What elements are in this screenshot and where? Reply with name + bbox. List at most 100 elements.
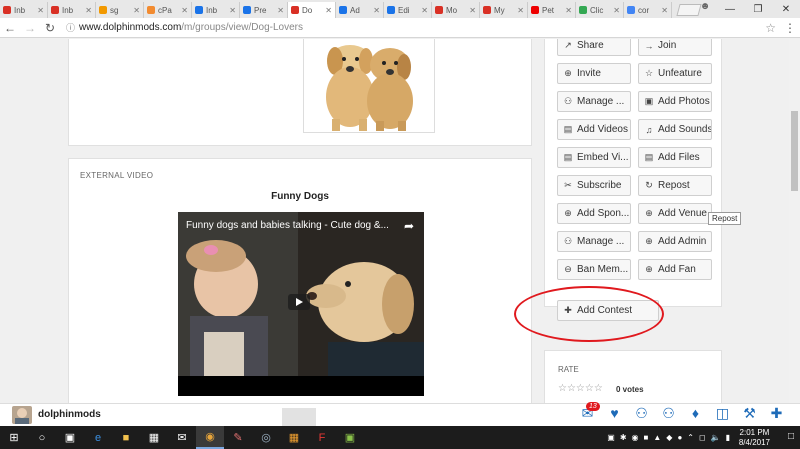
cart-icon[interactable]: ◫ xyxy=(715,405,730,422)
tray-app-icon[interactable]: ■ xyxy=(644,433,649,442)
username[interactable]: dolphinmods xyxy=(38,409,101,420)
search-circle-icon[interactable]: ○ xyxy=(28,426,56,449)
tab-close-icon[interactable]: ✕ xyxy=(565,6,572,15)
tray-app-icon[interactable]: ◆ xyxy=(666,433,672,442)
scrollbar-thumb[interactable] xyxy=(791,111,798,191)
video-share-icon[interactable]: ➦ xyxy=(404,219,414,233)
windows-start-icon[interactable]: ⊞ xyxy=(0,426,28,449)
action-button[interactable]: ⚇ Manage ... xyxy=(557,91,631,112)
heart-icon[interactable]: ♥ xyxy=(607,405,622,422)
browser-tab[interactable]: sg ✕ xyxy=(96,2,144,18)
store-icon[interactable]: ▦ xyxy=(140,426,168,449)
browser-tab[interactable]: My ✕ xyxy=(480,2,528,18)
wrench-icon[interactable]: ⚒ xyxy=(742,405,757,422)
network-app-icon[interactable]: ▣ xyxy=(336,426,364,449)
action-button[interactable]: → Join xyxy=(638,39,712,56)
tray-app-icon[interactable]: ▣ xyxy=(607,433,615,442)
puzzle-app-icon[interactable]: ▦ xyxy=(280,426,308,449)
action-button[interactable]: ↗ Share xyxy=(557,39,631,56)
video-player[interactable]: Funny dogs and babies talking - Cute dog… xyxy=(178,212,424,396)
bluetooth-icon[interactable]: ✱ xyxy=(620,433,627,442)
chevron-up-icon[interactable]: ⌃ xyxy=(687,433,694,442)
filezilla-icon[interactable]: F xyxy=(308,426,336,449)
reload-icon[interactable]: ↻ xyxy=(44,21,56,35)
tab-close-icon[interactable]: ✕ xyxy=(229,6,236,15)
bookmark-star-icon[interactable]: ☆ xyxy=(765,21,776,35)
action-button[interactable]: ⊕ Add Fan xyxy=(638,259,712,280)
action-button[interactable]: ▤ Add Videos xyxy=(557,119,631,140)
restore-icon[interactable]: ❐ xyxy=(744,0,772,18)
tab-close-icon[interactable]: ✕ xyxy=(421,6,428,15)
action-button[interactable]: ☆ Unfeature xyxy=(638,63,712,84)
action-button[interactable]: ✂ Subscribe xyxy=(557,175,631,196)
tab-close-icon[interactable]: ✕ xyxy=(181,6,188,15)
tab-close-icon[interactable]: ✕ xyxy=(469,6,476,15)
disk-tool-icon[interactable]: ◎ xyxy=(252,426,280,449)
profile-icon[interactable]: ☻ xyxy=(698,1,712,15)
tab-close-icon[interactable]: ✕ xyxy=(325,6,332,15)
tab-close-icon[interactable]: ✕ xyxy=(277,6,284,15)
tray-app-icon[interactable]: ● xyxy=(677,433,682,442)
action-button[interactable]: ↻ Repost xyxy=(638,175,712,196)
bell-icon[interactable]: ♦ xyxy=(688,405,703,422)
action-button[interactable]: ⚇ Manage ... xyxy=(557,231,631,252)
folder-icon[interactable]: ■ xyxy=(112,426,140,449)
tab-close-icon[interactable]: ✕ xyxy=(661,6,668,15)
browser-tab[interactable]: Inb ✕ xyxy=(48,2,96,18)
edge-icon[interactable]: e xyxy=(84,426,112,449)
mail-icon[interactable]: ✉ 13 xyxy=(580,402,600,422)
browser-menu-icon[interactable]: ⋮ xyxy=(784,21,796,35)
friends-icon[interactable]: ⚇ xyxy=(634,405,649,422)
plus-icon[interactable]: ✚ xyxy=(769,405,784,422)
action-button[interactable]: ⊕ Add Admin xyxy=(638,231,712,252)
wifi-icon[interactable]: ◻ xyxy=(699,433,706,442)
action-center-icon[interactable]: □ xyxy=(788,431,794,442)
minimize-icon[interactable]: — xyxy=(716,0,744,18)
mail-app-icon[interactable]: ✉ xyxy=(168,426,196,449)
action-button[interactable]: ▤ Add Files xyxy=(638,147,712,168)
browser-tab[interactable]: Clic ✕ xyxy=(576,2,624,18)
tab-close-icon[interactable]: ✕ xyxy=(613,6,620,15)
browser-tab[interactable]: Mo ✕ xyxy=(432,2,480,18)
action-button[interactable]: ⊕ Add Venue xyxy=(638,203,712,224)
browser-tab[interactable]: Do ✕ xyxy=(288,2,336,18)
battery-icon[interactable]: ▮ xyxy=(726,433,730,442)
photo-frame[interactable] xyxy=(303,39,435,133)
browser-tab[interactable]: Inb ✕ xyxy=(192,2,240,18)
rating-stars[interactable]: ☆☆☆☆☆ xyxy=(558,383,603,394)
tab-close-icon[interactable]: ✕ xyxy=(517,6,524,15)
tab-close-icon[interactable]: ✕ xyxy=(37,6,44,15)
tray-app-icon[interactable]: ▲ xyxy=(653,433,661,442)
action-button[interactable]: ♫ Add Sounds xyxy=(638,119,712,140)
back-arrow-icon[interactable]: ← xyxy=(4,21,16,35)
task-view-icon[interactable]: ▣ xyxy=(56,426,84,449)
action-button[interactable]: ⊕ Add Spon... xyxy=(557,203,631,224)
paint-icon[interactable]: ✎ xyxy=(224,426,252,449)
close-window-icon[interactable]: ✕ xyxy=(772,0,800,18)
chrome-icon[interactable]: ◉ xyxy=(196,426,224,449)
groups-icon[interactable]: ⚇ xyxy=(661,405,676,422)
volume-icon[interactable]: 🔈 xyxy=(711,433,721,442)
action-button[interactable]: ⊖ Ban Mem... xyxy=(557,259,631,280)
action-button[interactable]: ▤ Embed Vi... xyxy=(557,147,631,168)
page-scrollbar[interactable] xyxy=(789,39,800,403)
url-input[interactable]: ⓘ www.dolphinmods.com/m/groups/view/Dog-… xyxy=(64,20,757,36)
browser-tab[interactable]: Edi ✕ xyxy=(384,2,432,18)
browser-tab[interactable]: Pre ✕ xyxy=(240,2,288,18)
tab-close-icon[interactable]: ✕ xyxy=(133,6,140,15)
browser-tab[interactable]: cPa ✕ xyxy=(144,2,192,18)
browser-tab[interactable]: cor ✕ xyxy=(624,2,672,18)
avatar[interactable] xyxy=(12,406,32,424)
action-button[interactable]: ⊕ Invite xyxy=(557,63,631,84)
browser-tab[interactable]: Inb ✕ xyxy=(0,2,48,18)
tab-close-icon[interactable]: ✕ xyxy=(373,6,380,15)
tab-close-icon[interactable]: ✕ xyxy=(85,6,92,15)
play-button[interactable] xyxy=(288,294,310,310)
forward-arrow-icon[interactable]: → xyxy=(24,21,36,35)
browser-tab[interactable]: Pet ✕ xyxy=(528,2,576,18)
taskbar-clock[interactable]: 2:01 PM 8/4/2017 xyxy=(739,428,770,448)
action-button[interactable]: ▣ Add Photos xyxy=(638,91,712,112)
page-info-icon[interactable]: ⓘ xyxy=(66,21,75,34)
browser-tab[interactable]: Ad ✕ xyxy=(336,2,384,18)
tray-app-icon[interactable]: ◉ xyxy=(632,433,639,442)
